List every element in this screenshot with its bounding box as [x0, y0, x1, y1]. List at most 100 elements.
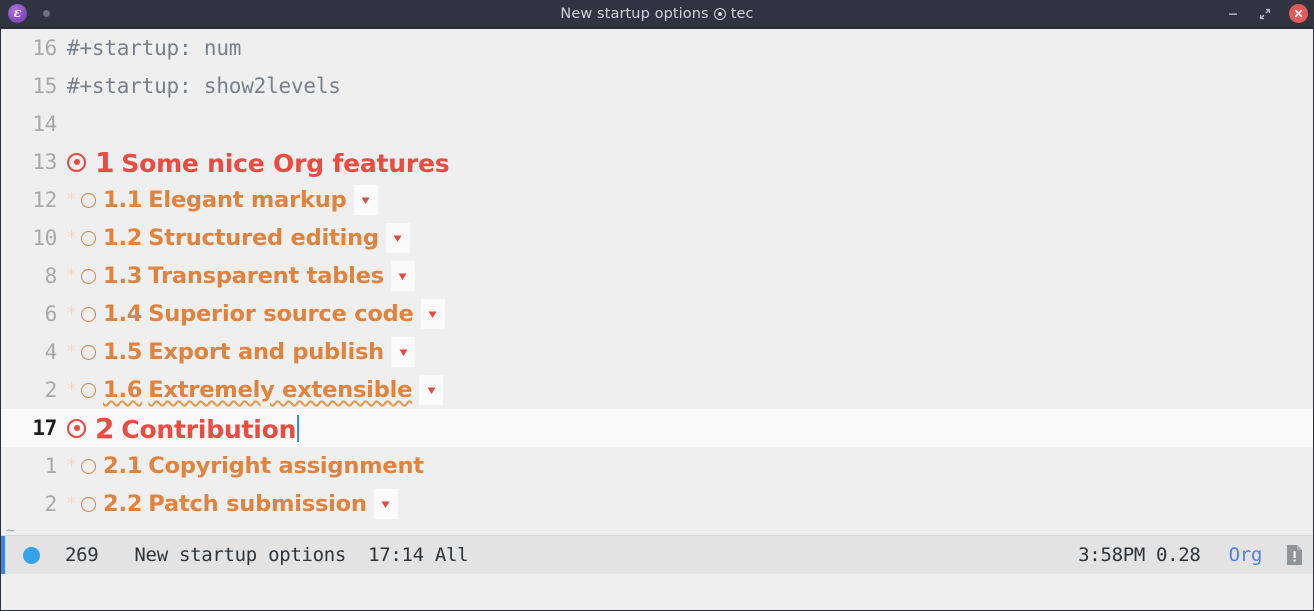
heading-text: 1.5Export and publish — [103, 339, 384, 365]
buffer-line[interactable]: 10*1.2Structured editing — [1, 219, 1313, 257]
line-content[interactable]: *2.2Patch submission — [67, 489, 398, 519]
line-number: 10 — [1, 228, 67, 249]
folded-section-icon[interactable] — [419, 375, 443, 405]
modeline-right: 3:58PM 0.28 Org — [1078, 544, 1303, 566]
heading-bullet-level2-icon[interactable] — [81, 383, 96, 398]
folded-section-icon[interactable] — [391, 337, 415, 367]
major-mode[interactable]: Org — [1201, 544, 1262, 566]
buffer-line[interactable]: 14 — [1, 105, 1313, 143]
heading-bullet-level2-icon[interactable] — [81, 307, 96, 322]
heading-title: Structured editing — [148, 225, 379, 251]
org-keyword: #+startup: num — [67, 36, 241, 60]
buffer-state-dot[interactable] — [23, 547, 40, 564]
heading-title: Superior source code — [148, 301, 413, 327]
line-number: 2 — [1, 380, 67, 401]
heading-title: Some nice Org features — [121, 149, 449, 178]
buffer-line[interactable]: 4*1.5Export and publish — [1, 333, 1313, 371]
org-buffer-lines[interactable]: 16#+startup: num15#+startup: show2levels… — [1, 29, 1313, 523]
buffer-line[interactable]: 8*1.3Transparent tables — [1, 257, 1313, 295]
heading-bullet-level2-icon[interactable] — [81, 497, 96, 512]
emacs-logo-icon[interactable]: ε — [8, 4, 27, 23]
line-content[interactable]: 2Contribution — [67, 412, 299, 445]
heading-title: Elegant markup — [148, 187, 346, 213]
folded-section-icon[interactable] — [374, 489, 398, 519]
heading-bullet-level1-icon[interactable] — [67, 153, 86, 172]
flycheck-warning-icon[interactable] — [1262, 544, 1303, 566]
window-status-dot — [43, 10, 50, 17]
spellcheck-underline: 1.6Extremely extensible — [103, 377, 412, 403]
echo-area — [1, 574, 1313, 610]
heading-number: 1.4 — [103, 301, 148, 327]
line-number: 6 — [1, 304, 67, 325]
heading-title: Export and publish — [148, 339, 384, 365]
buffer-line[interactable]: 1*2.1Copyright assignment — [1, 447, 1313, 485]
heading-bullet-level1-icon[interactable] — [67, 419, 86, 438]
buffer-line-current[interactable]: 172Contribution — [1, 409, 1313, 447]
folded-section-icon[interactable] — [354, 185, 378, 215]
line-content[interactable]: *1.2Structured editing — [67, 223, 410, 253]
heading-bullet-level2-icon[interactable] — [81, 231, 96, 246]
buffer-line[interactable]: 16#+startup: num — [1, 29, 1313, 67]
heading-number: 2 — [95, 412, 121, 445]
buffer-line[interactable]: 12* 1.1Elegant markup — [1, 181, 1313, 219]
heading-stars: * — [67, 267, 81, 285]
heading-number: 1.2 — [103, 225, 148, 251]
line-content[interactable]: 1Some nice Org features — [67, 146, 449, 179]
modeline: 269 New startup options 17:14 All 3:58PM… — [1, 535, 1313, 574]
heading-text: 1.6Extremely extensible — [103, 377, 412, 403]
modeline-buffer-name[interactable]: New startup options — [98, 544, 346, 566]
buffer-line[interactable]: 15#+startup: show2levels — [1, 67, 1313, 105]
heading-text: 1.4Superior source code — [103, 301, 414, 327]
cursor-position: 17:14 All — [346, 544, 468, 566]
line-content[interactable]: * 1.6Extremely extensible — [67, 375, 443, 405]
titlebar-left-controls: ε — [0, 4, 50, 23]
line-number: 1 — [1, 456, 67, 477]
heading-number: 1.1 — [103, 187, 148, 213]
heading-bullet-level2-icon[interactable] — [81, 269, 96, 284]
heading-number: 1.3 — [103, 263, 148, 289]
folded-section-icon[interactable] — [421, 299, 445, 329]
window-title-prefix: New startup options — [560, 6, 708, 22]
close-icon[interactable] — [1289, 4, 1308, 23]
buffer-line[interactable]: 2*2.2Patch submission — [1, 485, 1313, 523]
org-keyword: #+startup: show2levels — [67, 74, 341, 98]
emacs-frame: 16#+startup: num15#+startup: show2levels… — [0, 28, 1314, 611]
load-average: 0.28 — [1145, 544, 1201, 566]
line-content[interactable]: #+startup: show2levels — [67, 74, 341, 98]
minimize-icon[interactable] — [1225, 6, 1241, 22]
window-controls — [1225, 0, 1308, 27]
heading-title: Copyright assignment — [148, 453, 424, 479]
heading-text: 1.2Structured editing — [103, 225, 379, 251]
heading-bullet-level2-icon[interactable] — [81, 345, 96, 360]
line-content[interactable]: * 1.4Superior source code — [67, 299, 445, 329]
heading-bullet-level2-icon[interactable] — [81, 459, 96, 474]
window-title: New startup options tec — [0, 0, 1314, 27]
word-count: 269 — [40, 544, 98, 566]
folded-section-icon[interactable] — [391, 261, 415, 291]
line-content[interactable]: *1.5Export and publish — [67, 337, 415, 367]
clock: 3:58PM — [1078, 544, 1145, 566]
buffer-line[interactable]: 131Some nice Org features — [1, 143, 1313, 181]
heading-number: 1.6 — [103, 377, 148, 403]
heading-number: 1.5 — [103, 339, 148, 365]
heading-bullet-level2-icon[interactable] — [81, 193, 96, 208]
heading-title: Extremely extensible — [148, 377, 412, 403]
line-content[interactable]: #+startup: num — [67, 36, 241, 60]
line-number: 4 — [1, 342, 67, 363]
folded-section-icon[interactable] — [386, 223, 410, 253]
line-number: 12 — [1, 190, 67, 211]
org-buffer-window[interactable]: 16#+startup: num15#+startup: show2levels… — [1, 29, 1313, 535]
buffer-line[interactable]: 2* 1.6Extremely extensible — [1, 371, 1313, 409]
line-number: 17 — [1, 418, 67, 439]
line-content[interactable]: * 1.3Transparent tables — [67, 261, 415, 291]
buffer-line[interactable]: 6* 1.4Superior source code — [1, 295, 1313, 333]
heading-title: Transparent tables — [148, 263, 384, 289]
window-titlebar: ε New startup options tec — [0, 0, 1314, 28]
line-content[interactable]: * 1.1Elegant markup — [67, 185, 378, 215]
heading-stars: * — [67, 191, 81, 209]
heading-stars: * — [67, 305, 81, 323]
line-content[interactable]: *2.1Copyright assignment — [67, 453, 424, 479]
line-number: 13 — [1, 152, 67, 173]
maximize-icon[interactable] — [1257, 6, 1273, 22]
heading-stars: * — [67, 381, 81, 399]
